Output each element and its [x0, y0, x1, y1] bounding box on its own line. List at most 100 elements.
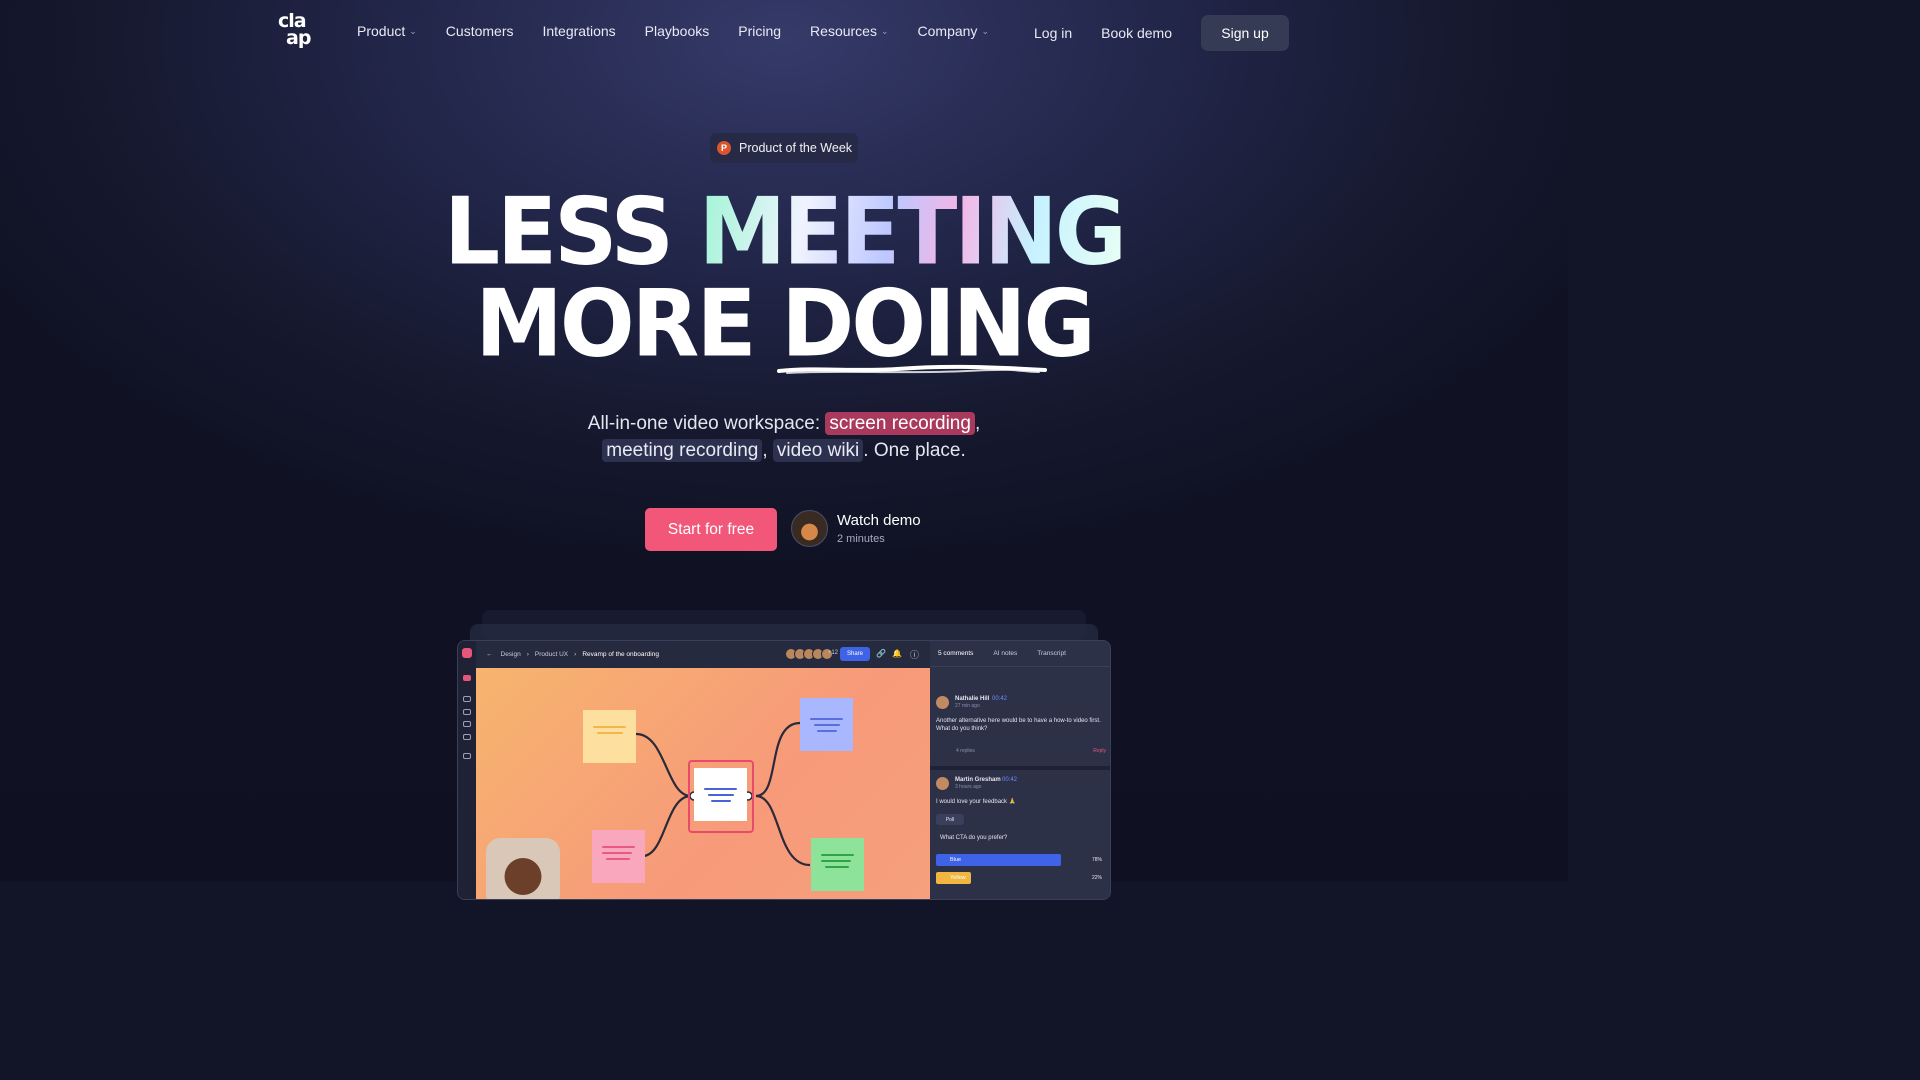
- nav-links: Product ⌄ Customers Integrations Playbook…: [357, 23, 1018, 39]
- top-navigation: cla ap Product ⌄ Customers Integrations P…: [0, 0, 1568, 64]
- presenter-avatar: [791, 510, 828, 547]
- send-icon: [463, 721, 471, 727]
- breadcrumb-separator: ›: [526, 651, 529, 658]
- subtitle-prefix: All-in-one video workspace:: [587, 413, 821, 434]
- login-link[interactable]: Log in: [1034, 25, 1072, 41]
- watch-demo-duration: 2 minutes: [837, 533, 885, 545]
- hero-subtitle-line2: meeting recording, video wiki. One place…: [0, 437, 1568, 464]
- product-hunt-icon: P: [717, 141, 731, 155]
- poll-option-bar[interactable]: Yellow: [936, 872, 971, 884]
- tab-transcript[interactable]: Transcript: [1037, 650, 1066, 657]
- comments-panel: 5 comments AI notes Transcript Nathalie …: [930, 641, 1110, 899]
- search-icon: [463, 709, 471, 715]
- poll-question: What CTA do you prefer?: [940, 835, 1008, 841]
- share-button[interactable]: Share: [840, 647, 870, 661]
- divider: [930, 766, 1110, 770]
- subtitle-suffix: . One place.: [863, 440, 966, 461]
- nav-item-product[interactable]: Product ⌄: [357, 23, 417, 39]
- nav-item-label: Integrations: [542, 23, 616, 39]
- avatar: [936, 696, 949, 709]
- nav-item-label: Company: [917, 23, 978, 39]
- inbox-icon: [463, 696, 471, 702]
- chevron-down-icon: ⌄: [981, 26, 989, 36]
- chevron-down-icon: ⌄: [880, 26, 889, 36]
- app-sidebar: [458, 641, 476, 899]
- start-for-free-button[interactable]: Start for free: [645, 508, 777, 551]
- comment-author: Nathalie Hill: [955, 696, 990, 702]
- comment-ago: 3 hours ago: [955, 784, 982, 790]
- back-icon: ←: [486, 651, 493, 658]
- logo-text-bottom: ap: [286, 27, 311, 49]
- watch-demo-button[interactable]: Watch demo 2 minutes: [791, 510, 921, 547]
- comment-timestamp: 00:42: [992, 696, 1008, 702]
- nav-item-label: Product: [357, 23, 406, 39]
- highlight-screen-recording: screen recording: [825, 412, 975, 435]
- headline-word-doing: DOING: [781, 269, 1095, 378]
- highlight-meeting-recording: meeting recording: [602, 439, 763, 462]
- book-demo-link[interactable]: Book demo: [1101, 25, 1172, 41]
- nav-actions: Log in Book demo Sign up: [1034, 15, 1289, 51]
- claap-logo[interactable]: cla ap: [278, 12, 318, 52]
- grid-icon: [463, 753, 471, 759]
- comment-text: Another alternative here would be to hav…: [936, 718, 1101, 732]
- nav-item-playbooks[interactable]: Playbooks: [645, 23, 710, 39]
- tab-ai-notes[interactable]: AI notes: [993, 650, 1017, 657]
- breadcrumb-current: Revamp of the onboarding: [582, 651, 659, 658]
- poll-option-label: Yellow: [950, 875, 966, 881]
- headline-word-more: MORE: [475, 269, 756, 378]
- nav-item-pricing[interactable]: Pricing: [738, 23, 781, 39]
- chevron-down-icon: ⌄: [409, 26, 417, 36]
- product-of-week-badge[interactable]: P Product of the Week: [710, 133, 858, 163]
- participant-count: +12: [827, 650, 838, 656]
- comment-ago: 27 min ago: [955, 703, 980, 709]
- user-add-icon: [463, 734, 471, 740]
- sticky-note-yellow: [583, 710, 636, 763]
- badge-label: Product of the Week: [739, 141, 853, 155]
- highlight-video-wiki: video wiki: [772, 439, 864, 462]
- participant-avatars: [785, 648, 833, 660]
- app-logo-icon: [462, 648, 472, 658]
- breadcrumb-product-ux: Product UX: [534, 651, 569, 658]
- nav-item-company[interactable]: Company ⌄: [918, 23, 989, 39]
- subtitle-comma: ,: [974, 413, 981, 434]
- record-icon: [463, 675, 471, 681]
- nav-item-label: Resources: [810, 23, 877, 39]
- video-canvas[interactable]: [476, 668, 930, 899]
- breadcrumb-design: Design: [500, 651, 521, 658]
- panel-tabs: 5 comments AI notes Transcript: [930, 641, 1110, 667]
- help-icon[interactable]: ⓘ: [910, 648, 919, 661]
- comment-author: Martin Gresham: [955, 777, 1001, 783]
- poll-option-percent: 22%: [1091, 875, 1102, 881]
- app-preview: ← Design › Product UX › Revamp of the on…: [457, 640, 1111, 900]
- nav-item-label: Customers: [445, 23, 514, 39]
- sticky-note-green: [811, 838, 864, 891]
- reply-count: 4 replies: [956, 748, 975, 754]
- comment-timestamp: 00:42: [1002, 777, 1018, 783]
- reply-button[interactable]: Reply: [1093, 748, 1106, 754]
- nav-item-resources[interactable]: Resources ⌄: [810, 23, 888, 39]
- poll-option-label: Blue: [950, 857, 962, 863]
- nav-item-customers[interactable]: Customers: [446, 23, 514, 39]
- nav-item-label: Playbooks: [644, 23, 710, 39]
- signup-button[interactable]: Sign up: [1201, 15, 1289, 51]
- bell-icon[interactable]: 🔔: [892, 649, 902, 658]
- webcam-bubble: [486, 838, 560, 899]
- poll-option-percent: 78%: [1091, 857, 1102, 863]
- link-icon[interactable]: 🔗: [876, 649, 886, 658]
- sticky-note-white: [694, 768, 747, 821]
- nav-item-integrations[interactable]: Integrations: [542, 23, 615, 39]
- comment-text: I would love your feedback 🙏: [936, 799, 1017, 805]
- hero-headline-line2: MORE DOING: [0, 269, 1568, 377]
- nav-item-label: Pricing: [738, 23, 782, 39]
- poll-option-bar[interactable]: Blue: [936, 854, 1061, 866]
- avatar: [936, 777, 949, 790]
- tab-comments[interactable]: 5 comments: [938, 650, 973, 657]
- scribble-underline: [777, 364, 1047, 374]
- subtitle-comma: ,: [762, 440, 768, 461]
- hero-subtitle-line1: All-in-one video workspace: screen recor…: [0, 410, 1568, 437]
- sticky-note-pink: [592, 830, 645, 883]
- breadcrumb-separator: ›: [574, 651, 577, 658]
- app-topbar: ← Design › Product UX › Revamp of the on…: [476, 641, 930, 668]
- poll-tag: Poll: [936, 814, 964, 825]
- watch-demo-title: Watch demo: [837, 512, 921, 529]
